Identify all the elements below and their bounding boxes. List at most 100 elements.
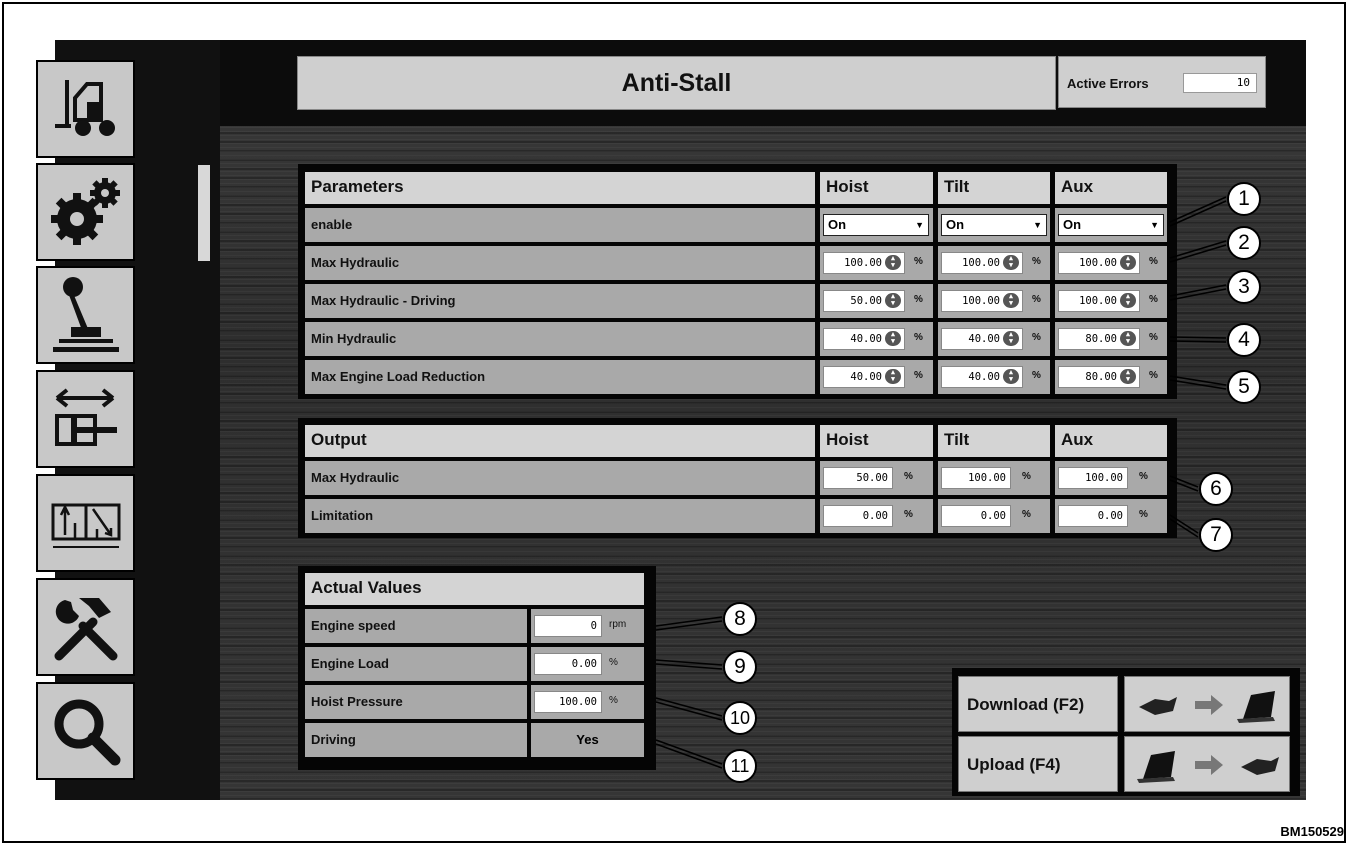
spinner-arrows-icon[interactable]: ▲ ▼ xyxy=(1003,255,1019,270)
output-value: 50.00 xyxy=(823,467,893,489)
nav-search-button[interactable] xyxy=(36,682,135,780)
output-value: 100.00 xyxy=(941,467,1011,489)
percent-unit: % xyxy=(1139,471,1148,482)
param-aux-spinner[interactable]: 80.00 ▲ ▼ xyxy=(1058,328,1140,350)
param-tilt-spinner[interactable]: 100.00 ▲ ▼ xyxy=(941,252,1023,274)
param-hoist-spinner[interactable]: 40.00 ▲ ▼ xyxy=(823,366,905,388)
spinner-arrows-icon[interactable]: ▲ ▼ xyxy=(1120,293,1136,308)
spinner-arrows-icon[interactable]: ▲ ▼ xyxy=(1003,293,1019,308)
enable-hoist-value: On xyxy=(828,217,847,232)
output-aux-cell: 100.00 % xyxy=(1055,461,1167,495)
hydraulic-cylinder-icon xyxy=(54,388,117,446)
param-value: 40.00 xyxy=(968,333,1000,345)
spinner-arrows-icon[interactable]: ▲ ▼ xyxy=(885,293,901,308)
output-value: 0.00 xyxy=(1058,505,1128,527)
param-tilt-spinner[interactable]: 40.00 ▲ ▼ xyxy=(941,366,1023,388)
percent-unit: % xyxy=(1139,509,1148,520)
spinner-arrows-icon[interactable]: ▲ ▼ xyxy=(885,369,901,384)
param-aux-cell: 100.00 ▲ ▼ % xyxy=(1055,246,1167,280)
nav-truck-button[interactable] xyxy=(36,60,135,158)
enable-aux-value: On xyxy=(1063,217,1082,232)
enable-hoist-cell: On ▼ xyxy=(820,208,933,242)
nav-settings-button[interactable] xyxy=(36,163,135,261)
param-value: 100.00 xyxy=(1079,295,1117,307)
download-icon-button[interactable] xyxy=(1124,676,1290,732)
parameters-aux-header: Aux xyxy=(1055,172,1167,204)
output-hoist-header: Hoist xyxy=(820,425,933,457)
percent-unit: % xyxy=(904,509,913,520)
param-value: 80.00 xyxy=(1085,371,1117,383)
joystick-icon xyxy=(52,277,119,352)
param-tilt-spinner[interactable]: 40.00 ▲ ▼ xyxy=(941,328,1023,350)
chevron-down-icon: ▼ xyxy=(1033,220,1042,230)
chevron-down-icon: ▼ xyxy=(915,220,924,230)
output-value: 0.00 xyxy=(941,505,1011,527)
spinner-arrows-icon[interactable]: ▲ ▼ xyxy=(885,331,901,346)
actual-value: Yes xyxy=(531,723,644,757)
param-aux-spinner[interactable]: 100.00 ▲ ▼ xyxy=(1058,290,1140,312)
nav-tools-button[interactable] xyxy=(36,578,135,676)
nav-scroll-indicator[interactable] xyxy=(198,165,210,261)
enable-aux-cell: On ▼ xyxy=(1055,208,1167,242)
param-aux-cell: 100.00 ▲ ▼ % xyxy=(1055,284,1167,318)
actual-row-label: Engine speed xyxy=(305,609,527,643)
enable-label: enable xyxy=(305,208,815,242)
percent-unit: % xyxy=(1032,332,1041,343)
param-value: 40.00 xyxy=(850,371,882,383)
actual-row-label: Engine Load xyxy=(305,647,527,681)
actual-value: 0.00 xyxy=(534,653,602,675)
actual-value: 100.00 xyxy=(534,691,602,713)
gears-icon xyxy=(50,178,120,245)
spinner-arrows-icon[interactable]: ▲ ▼ xyxy=(1120,369,1136,384)
download-button[interactable]: Download (F2) xyxy=(958,676,1118,732)
param-value: 100.00 xyxy=(1079,257,1117,269)
param-hoist-spinner[interactable]: 40.00 ▲ ▼ xyxy=(823,328,905,350)
enable-tilt-dropdown[interactable]: On ▼ xyxy=(941,214,1047,236)
param-hoist-spinner[interactable]: 50.00 ▲ ▼ xyxy=(823,290,905,312)
actual-value: 0 xyxy=(534,615,602,637)
spinner-arrows-icon[interactable]: ▲ ▼ xyxy=(1003,331,1019,346)
output-tilt-cell: 100.00 % xyxy=(938,461,1050,495)
active-errors-box: Active Errors 10 xyxy=(1058,56,1266,108)
spinner-arrows-icon[interactable]: ▲ ▼ xyxy=(885,255,901,270)
actual-value-cell: 100.00 % xyxy=(531,685,644,719)
output-tilt-header: Tilt xyxy=(938,425,1050,457)
nav-cylinder-button[interactable] xyxy=(36,370,135,468)
callout-11: 11 xyxy=(723,749,757,783)
upload-icon-button[interactable] xyxy=(1124,736,1290,792)
actual-value-cell: 0 rpm xyxy=(531,609,644,643)
output-row-label: Limitation xyxy=(305,499,815,533)
actual-unit: rpm xyxy=(609,619,627,630)
param-aux-spinner[interactable]: 100.00 ▲ ▼ xyxy=(1058,252,1140,274)
nav-joystick-button[interactable] xyxy=(36,266,135,364)
param-value: 100.00 xyxy=(844,257,882,269)
param-aux-spinner[interactable]: 80.00 ▲ ▼ xyxy=(1058,366,1140,388)
percent-unit: % xyxy=(914,294,923,305)
spinner-arrows-icon[interactable]: ▲ ▼ xyxy=(1120,331,1136,346)
forklift-icon xyxy=(54,80,115,136)
callout-2: 2 xyxy=(1227,226,1261,260)
nav-valve-button[interactable] xyxy=(36,474,135,572)
param-value: 100.00 xyxy=(962,295,1000,307)
enable-aux-dropdown[interactable]: On ▼ xyxy=(1058,214,1164,236)
callout-7: 7 xyxy=(1199,518,1233,552)
param-row-label: Max Engine Load Reduction xyxy=(305,360,815,394)
spinner-arrows-icon[interactable]: ▲ ▼ xyxy=(1120,255,1136,270)
spinner-arrows-icon[interactable]: ▲ ▼ xyxy=(1003,369,1019,384)
parameters-header: Parameters xyxy=(305,172,815,204)
upload-button[interactable]: Upload (F4) xyxy=(958,736,1118,792)
enable-hoist-dropdown[interactable]: On ▼ xyxy=(823,214,929,236)
output-hoist-cell: 50.00 % xyxy=(820,461,933,495)
param-tilt-spinner[interactable]: 100.00 ▲ ▼ xyxy=(941,290,1023,312)
param-tilt-cell: 100.00 ▲ ▼ % xyxy=(938,246,1050,280)
output-value: 0.00 xyxy=(823,505,893,527)
param-hoist-spinner[interactable]: 100.00 ▲ ▼ xyxy=(823,252,905,274)
enable-tilt-cell: On ▼ xyxy=(938,208,1050,242)
param-row-label: Max Hydraulic - Driving xyxy=(305,284,815,318)
output-row-label: Max Hydraulic xyxy=(305,461,815,495)
param-aux-cell: 80.00 ▲ ▼ % xyxy=(1055,360,1167,394)
param-value: 100.00 xyxy=(962,257,1000,269)
output-tilt-cell: 0.00 % xyxy=(938,499,1050,533)
param-value: 40.00 xyxy=(850,333,882,345)
actual-unit: % xyxy=(609,695,618,706)
